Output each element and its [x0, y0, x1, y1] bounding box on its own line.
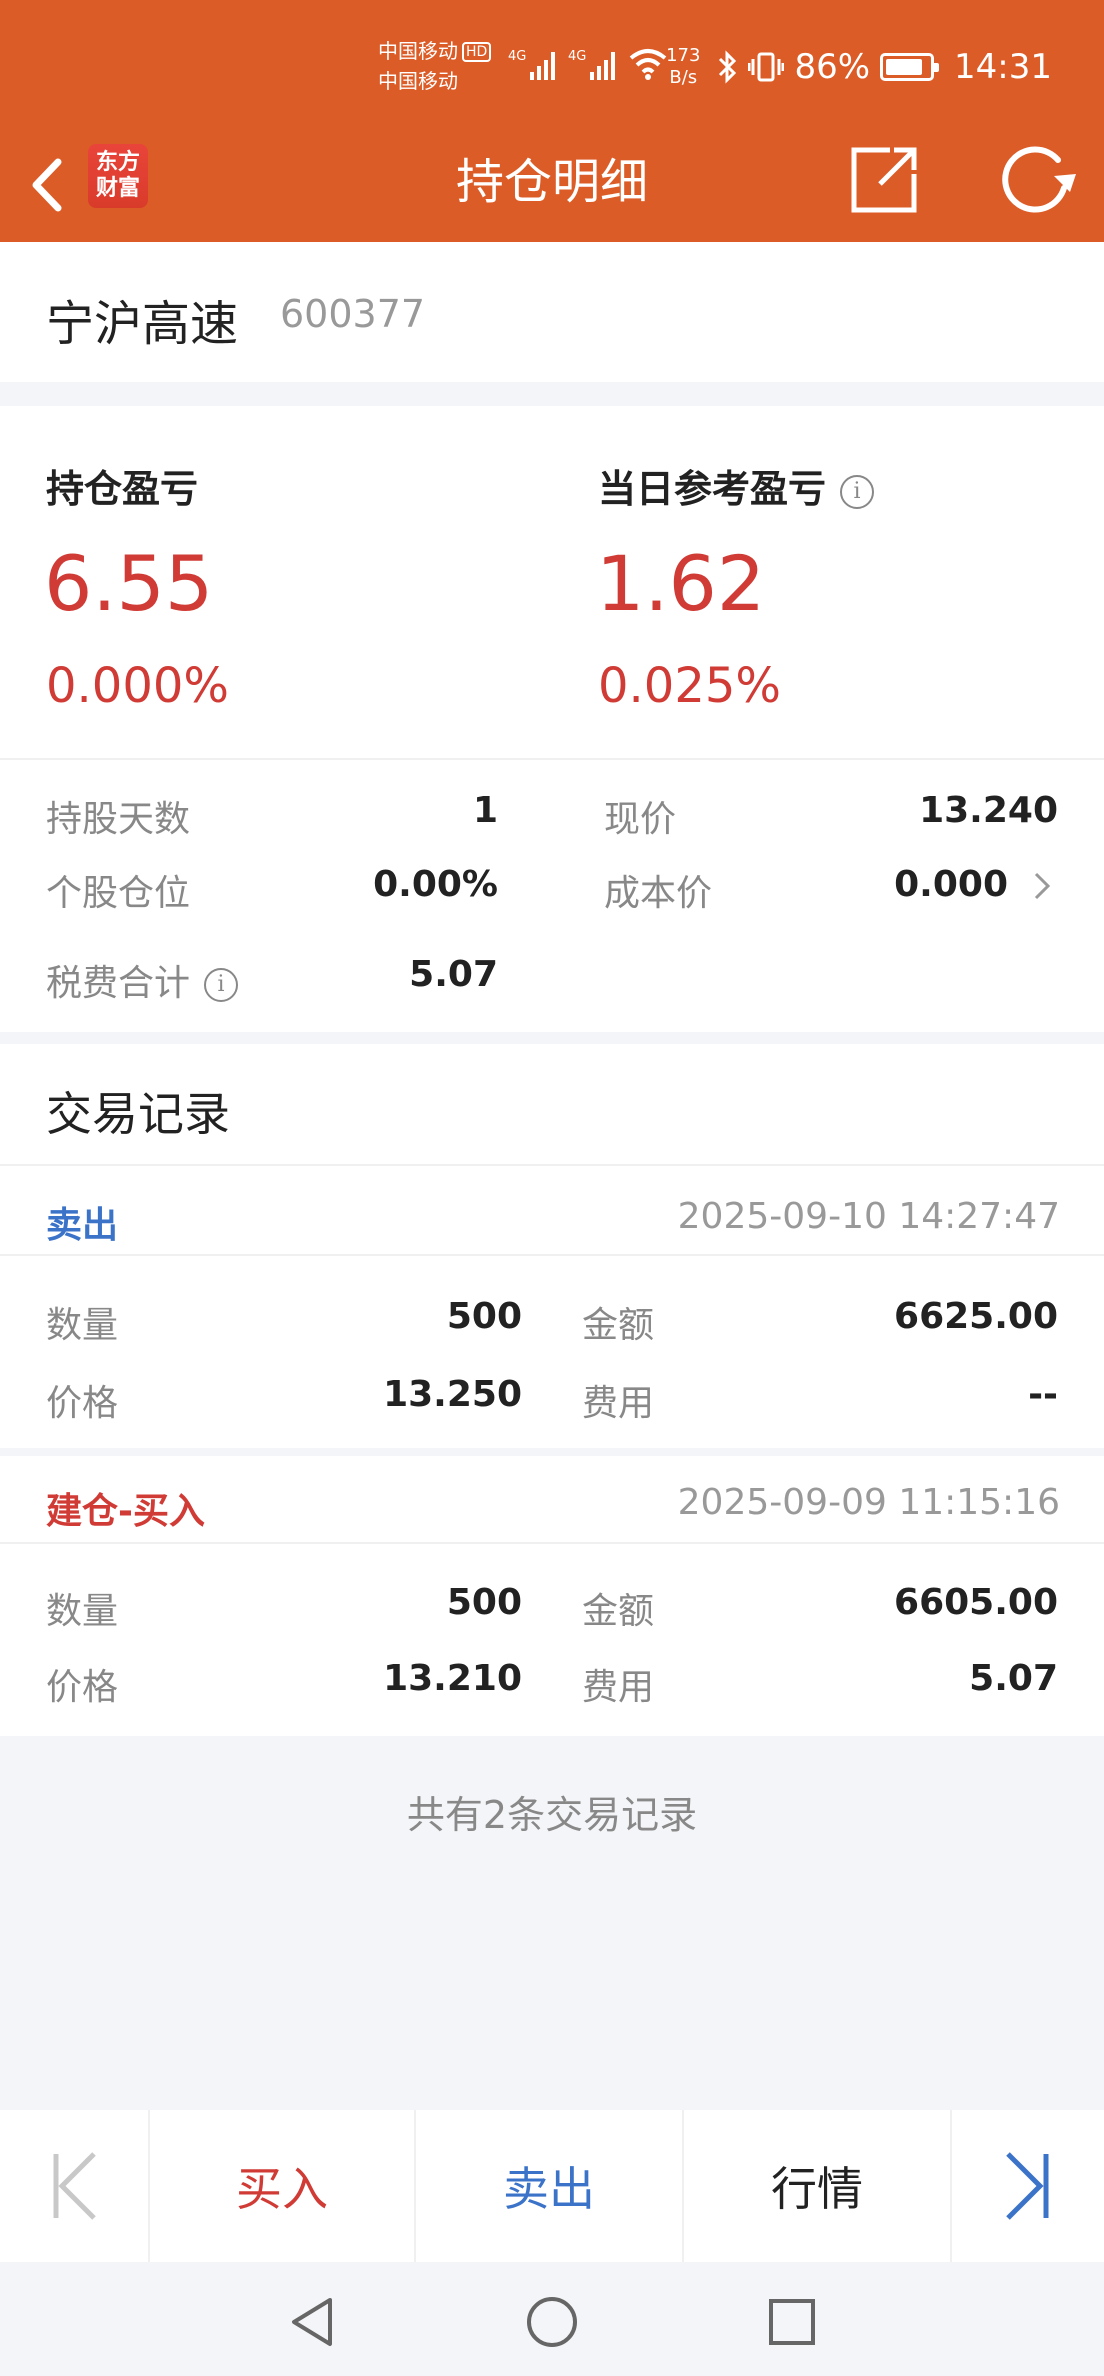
page-title: 持仓明细 [455, 154, 648, 210]
position-ratio-value: 0.00% [373, 864, 498, 905]
hold-days-label: 持股天数 [46, 799, 191, 840]
hd-badge: HD [462, 42, 492, 62]
separator [0, 1448, 1104, 1456]
battery-percent: 86% [794, 47, 871, 87]
share-icon[interactable] [846, 142, 922, 218]
trade-record: 建仓-买入 2025-09-09 11:15:16 数量 500 金额 6605… [0, 1456, 1104, 1736]
battery-icon [880, 53, 940, 81]
fee-value: 5.07 [969, 1658, 1058, 1699]
net-1-label: 4G [508, 49, 526, 64]
first-stock-button[interactable] [0, 2110, 150, 2262]
amount-label: 金额 [582, 1305, 655, 1346]
vibrate-icon [748, 52, 785, 82]
amount-value: 6605.00 [894, 1582, 1058, 1623]
bottom-toolbar: 买入 卖出 行情 [0, 2110, 1104, 2262]
divider [0, 758, 1104, 760]
trade-record: 卖出 2025-09-10 14:27:47 数量 500 金额 6625.00… [0, 1164, 1104, 1494]
qty-value: 500 [446, 1582, 522, 1623]
trade-time: 2025-09-10 14:27:47 [677, 1196, 1060, 1237]
position-pnl-pct: 0.000% [46, 658, 230, 714]
skip-last-icon [1006, 2152, 1049, 2220]
fees-value: 5.07 [409, 954, 498, 995]
fees-label-wrap: 税费合计 i [46, 954, 239, 1006]
stock-name: 宁沪高速 [46, 296, 239, 352]
current-price-label: 现价 [604, 799, 677, 840]
amount-value: 6625.00 [894, 1296, 1058, 1337]
carrier-2: 中国移动 [378, 69, 458, 93]
hold-days-value: 1 [472, 790, 498, 831]
carrier-1: 中国移动 [378, 39, 458, 63]
speed-value: 173 [666, 45, 701, 66]
quote-button[interactable]: 行情 [684, 2110, 952, 2262]
price-label: 价格 [46, 1667, 119, 1708]
title-bar: 东方 财富 持仓明细 [0, 130, 1104, 242]
cost-price-label[interactable]: 成本价 [604, 864, 712, 916]
bluetooth-icon [719, 50, 737, 84]
amount-label: 金额 [582, 1591, 655, 1632]
net-2-label: 4G [568, 49, 586, 64]
price-value: 13.210 [383, 1658, 522, 1699]
qty-label: 数量 [46, 1305, 119, 1346]
trade-time: 2025-09-09 11:15:16 [677, 1482, 1060, 1523]
daily-pnl-value: 1.62 [596, 539, 766, 628]
trade-count-summary: 共有2条交易记录 [406, 1793, 698, 1837]
divider [0, 1254, 1104, 1256]
position-ratio-label: 个股仓位 [46, 873, 191, 914]
buy-button[interactable]: 买入 [150, 2110, 416, 2262]
position-pnl-label: 持仓盈亏 [46, 467, 199, 511]
nav-home-icon[interactable] [522, 2292, 582, 2352]
trade-type: 卖出 [46, 1205, 119, 1246]
trade-type: 建仓-买入 [46, 1491, 205, 1532]
battery-fill [886, 59, 923, 75]
fee-label: 费用 [582, 1667, 655, 1708]
status-right: 173 B/s 86% 14:31 [666, 40, 1052, 94]
cost-price-value[interactable]: 0.000 [894, 864, 1008, 905]
stock-header: 宁沪高速 600377 [0, 242, 1104, 382]
signal-icon: 4G [508, 49, 555, 80]
carrier-info: 中国移动 HD 中国移动 [378, 36, 492, 96]
skip-first-icon [53, 2152, 96, 2220]
divider [0, 1542, 1104, 1544]
qty-value: 500 [446, 1296, 522, 1337]
net-speed: 173 B/s [666, 45, 700, 89]
daily-pnl-label-wrap: 当日参考盈亏 i [598, 458, 875, 513]
current-price-value: 13.240 [919, 790, 1058, 831]
status-bar: 中国移动 HD 中国移动 4G 4G 173 B/s 86% 14:31 [0, 0, 1104, 130]
refresh-icon[interactable] [994, 140, 1078, 220]
stock-code: 600377 [280, 292, 426, 336]
pnl-card: 持仓盈亏 6.55 0.000% 当日参考盈亏 i 1.62 0.025% 持股天… [0, 406, 1104, 1032]
price-value: 13.250 [383, 1374, 522, 1415]
sell-button[interactable]: 卖出 [416, 2110, 684, 2262]
system-nav-bar [0, 2262, 1104, 2376]
wifi-icon [629, 49, 667, 80]
fee-value: -- [1028, 1374, 1058, 1415]
signal-icon-2: 4G [568, 49, 615, 80]
clock: 14:31 [954, 47, 1052, 87]
daily-pnl-label: 当日参考盈亏 [598, 467, 827, 511]
chevron-right-icon[interactable] [1028, 866, 1056, 906]
price-label: 价格 [46, 1383, 119, 1424]
fees-label: 税费合计 [46, 963, 191, 1004]
top-bar: 中国移动 HD 中国移动 4G 4G 173 B/s 86% 14:31 东方 … [0, 0, 1104, 242]
fees-info-icon[interactable]: i [204, 968, 239, 1002]
fee-label: 费用 [582, 1383, 655, 1424]
speed-unit: B/s [669, 67, 698, 88]
last-stock-button[interactable] [952, 2110, 1104, 2262]
trade-records-title: 交易记录 [46, 1087, 230, 1141]
position-pnl-value: 6.55 [44, 539, 214, 628]
info-icon[interactable]: i [840, 475, 875, 509]
trade-records: 交易记录 卖出 2025-09-10 14:27:47 数量 500 金额 66… [0, 1044, 1104, 1736]
nav-recent-icon[interactable] [762, 2292, 822, 2352]
nav-back-icon[interactable] [282, 2292, 342, 2352]
daily-pnl-pct: 0.025% [598, 658, 782, 714]
qty-label: 数量 [46, 1591, 119, 1632]
